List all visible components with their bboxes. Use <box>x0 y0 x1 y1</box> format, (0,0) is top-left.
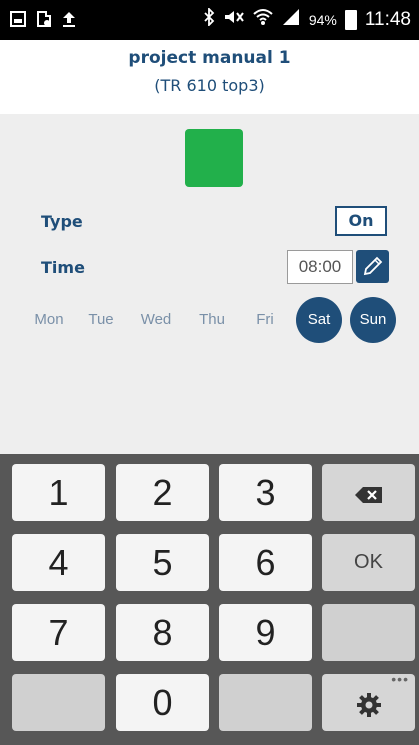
page-subtitle: (TR 610 top3) <box>154 76 265 95</box>
backspace-key[interactable] <box>322 464 415 521</box>
time-label: Time <box>41 258 85 277</box>
wifi-icon <box>253 8 273 32</box>
schedule-settings: Type On Time 08:00 Mon Tue Wed Thu Fri S… <box>0 114 419 454</box>
bluetooth-icon <box>203 6 215 32</box>
time-input[interactable]: 08:00 <box>287 250 353 284</box>
type-label: Type <box>41 212 83 231</box>
day-thu[interactable]: Thu <box>189 297 235 343</box>
key-5[interactable]: 5 <box>116 534 209 591</box>
day-mon[interactable]: Mon <box>26 297 72 343</box>
blank-key <box>12 674 105 731</box>
signal-icon <box>281 8 301 32</box>
settings-gear-icon <box>356 693 381 718</box>
key-3[interactable]: 3 <box>219 464 312 521</box>
battery-icon <box>344 10 357 30</box>
key-9[interactable]: 9 <box>219 604 312 661</box>
status-bar: 94% 11:48 <box>0 0 419 40</box>
day-sun[interactable]: Sun <box>350 297 396 343</box>
gallery-icon <box>10 11 26 33</box>
key-1[interactable]: 1 <box>12 464 105 521</box>
day-tue[interactable]: Tue <box>78 297 124 343</box>
page-header: project manual 1 (TR 610 top3) <box>0 40 419 114</box>
weekday-selector: Mon Tue Wed Thu Fri Sat Sun <box>26 297 406 347</box>
type-toggle-button[interactable]: On <box>335 206 387 236</box>
day-fri[interactable]: Fri <box>242 297 288 343</box>
day-sat[interactable]: Sat <box>296 297 342 343</box>
key-2[interactable]: 2 <box>116 464 209 521</box>
key-7[interactable]: 7 <box>12 604 105 661</box>
backspace-icon <box>354 487 382 504</box>
ok-key[interactable]: OK <box>322 534 415 591</box>
clock-time: 11:48 <box>364 9 411 30</box>
key-4[interactable]: 4 <box>12 534 105 591</box>
key-8[interactable]: 8 <box>116 604 209 661</box>
blank-key <box>322 604 415 661</box>
key-0[interactable]: 0 <box>116 674 209 731</box>
day-wed[interactable]: Wed <box>133 297 179 343</box>
numeric-keypad: 1 2 3 4 5 6 OK 7 8 9 0 ••• <box>0 454 419 745</box>
keyboard-settings-key[interactable]: ••• <box>322 671 415 731</box>
more-dots-icon: ••• <box>391 671 409 687</box>
color-indicator[interactable] <box>185 129 243 187</box>
upload-icon <box>62 10 76 34</box>
key-6[interactable]: 6 <box>219 534 312 591</box>
pencil-icon <box>363 256 383 276</box>
blank-key <box>219 674 312 731</box>
edit-time-button[interactable] <box>356 250 389 283</box>
page-title: project manual 1 <box>128 48 291 68</box>
clipboard-icon <box>36 10 52 34</box>
battery-percent: 94% <box>308 12 337 28</box>
mute-icon <box>223 8 245 32</box>
